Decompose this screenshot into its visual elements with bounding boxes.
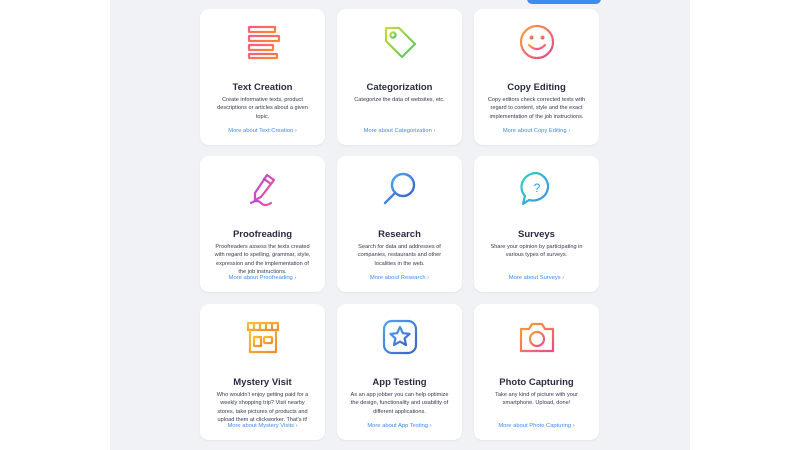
card-more-link[interactable]: More about Mystery Visits › bbox=[200, 423, 325, 429]
card-mystery-visit: Mystery Visit Who wouldn't enjoy getting… bbox=[200, 304, 325, 440]
card-description: As an app jobber you can help optimize t… bbox=[350, 392, 449, 415]
card-title: Copy Editing bbox=[507, 82, 566, 93]
camera-icon bbox=[517, 317, 557, 357]
card-more-link[interactable]: More about Proofreading › bbox=[200, 275, 325, 281]
card-description: Copy editors check corrected texts with … bbox=[487, 97, 586, 120]
card-text-creation: Text Creation Create informative texts, … bbox=[200, 9, 325, 145]
card-more-link[interactable]: More about Surveys › bbox=[474, 275, 599, 281]
top-action-button[interactable] bbox=[527, 0, 601, 4]
card-more-link[interactable]: More about Research › bbox=[337, 275, 462, 281]
card-title: Text Creation bbox=[232, 82, 293, 93]
card-title: App Testing bbox=[372, 377, 427, 388]
card-proofreading: Proofreading Proofreaders assess the tex… bbox=[200, 156, 325, 292]
smiley-icon bbox=[517, 22, 557, 62]
card-description: Create informative texts, product descri… bbox=[217, 97, 308, 120]
card-title: Mystery Visit bbox=[233, 377, 292, 388]
card-title: Categorization bbox=[366, 82, 433, 93]
question-bubble-icon: ? bbox=[517, 169, 557, 209]
card-more-link[interactable]: More about Copy Editing › bbox=[474, 128, 599, 134]
magnifier-icon bbox=[380, 169, 420, 209]
card-description: Search for data and addresses of compani… bbox=[357, 244, 442, 267]
card-app-testing: App Testing As an app jobber you can hel… bbox=[337, 304, 462, 440]
svg-text:?: ? bbox=[533, 181, 540, 195]
pen-icon bbox=[243, 169, 283, 209]
card-description: Who wouldn't enjoy getting paid for a we… bbox=[216, 392, 309, 424]
card-more-link[interactable]: More about App Testing › bbox=[337, 423, 462, 429]
card-research: Research Search for data and addresses o… bbox=[337, 156, 462, 292]
card-copy-editing: Copy Editing Copy editors check correcte… bbox=[474, 9, 599, 145]
card-description: Proofreaders assess the texts created wi… bbox=[214, 244, 311, 276]
card-description: Share your opinion by participating in v… bbox=[490, 244, 583, 259]
card-more-link[interactable]: More about Text Creation › bbox=[200, 128, 325, 134]
card-more-link[interactable]: More about Categorization › bbox=[337, 128, 462, 134]
card-description: Take any kind of picture with your smart… bbox=[495, 392, 578, 407]
storefront-icon bbox=[243, 317, 283, 357]
card-title: Proofreading bbox=[232, 229, 293, 240]
app-star-icon bbox=[380, 317, 420, 357]
card-title: Research bbox=[378, 229, 421, 240]
card-title: Photo Capturing bbox=[499, 377, 574, 388]
card-categorization: Categorization Categorize the data of we… bbox=[337, 9, 462, 145]
card-description: Categorize the data of websites, etc. bbox=[354, 97, 445, 103]
card-photo-capturing: Photo Capturing Take any kind of picture… bbox=[474, 304, 599, 440]
card-surveys: ? Surveys Share your opinion by particip… bbox=[474, 156, 599, 292]
text-lines-icon bbox=[243, 22, 283, 62]
card-more-link[interactable]: More about Photo Capturing › bbox=[474, 423, 599, 429]
tag-icon bbox=[380, 22, 420, 62]
card-title: Surveys bbox=[518, 229, 555, 240]
